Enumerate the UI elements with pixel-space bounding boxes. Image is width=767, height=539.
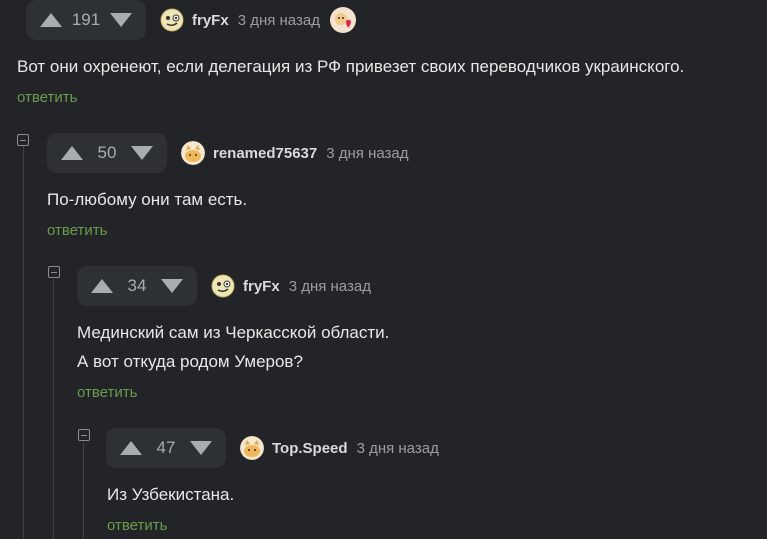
smiley-face-icon[interactable] [211, 274, 235, 298]
collapse-button[interactable] [78, 429, 90, 441]
vote-widget: 47 [106, 428, 226, 468]
timestamp[interactable]: 3 дня назад [326, 145, 408, 162]
author-name[interactable]: fryFx [192, 12, 229, 29]
thread-line [83, 442, 84, 539]
reply-link[interactable]: ответить [77, 384, 137, 401]
author-name[interactable]: Top.Speed [272, 440, 348, 457]
vote-widget: 50 [47, 133, 167, 173]
comment-text: Вот они охренеют, если делегация из РФ п… [17, 52, 684, 81]
upvote-button[interactable] [120, 440, 142, 456]
author-name[interactable]: fryFx [243, 278, 280, 295]
timestamp[interactable]: 3 дня назад [357, 440, 439, 457]
comment-text-line: Вот они охренеют, если делегация из РФ п… [17, 57, 685, 76]
comment-header: 47 Top.Speed 3 дня назад [106, 428, 439, 468]
comment-text: Из Узбекистана. [107, 480, 234, 509]
arrow-up-icon [61, 146, 83, 160]
upvote-button[interactable] [40, 12, 62, 28]
author-name[interactable]: renamed75637 [213, 145, 317, 162]
comment-header: 34 fryFx 3 дня назад [77, 266, 371, 306]
comment-text-line: По-любому они там есть. [47, 190, 248, 209]
arrow-down-icon [130, 146, 153, 160]
thread-line [53, 279, 54, 539]
thread-line [23, 146, 24, 539]
upvote-button[interactable] [91, 278, 113, 294]
comment-text-line: Из Узбекистана. [107, 485, 235, 504]
downvote-button[interactable] [160, 278, 183, 294]
arrow-up-icon [91, 279, 113, 293]
downvote-button[interactable] [130, 145, 153, 161]
reply-link[interactable]: ответить [47, 222, 107, 239]
comment-text: По-любому они там есть. [47, 185, 247, 214]
reply-link[interactable]: ответить [17, 89, 77, 106]
arrow-down-icon [189, 441, 212, 455]
rating-count: 47 [156, 438, 176, 457]
reply-link[interactable]: ответить [107, 517, 167, 534]
smiley-face-icon[interactable] [160, 8, 184, 32]
comment-text: Мединский сам из Черкасской области. А в… [77, 318, 389, 376]
rating-count: 191 [71, 10, 101, 29]
comment-text-line: А вот откуда родом Умеров? [77, 352, 303, 371]
comment-header: 50 renamed75637 3 дня назад [47, 133, 409, 173]
collapse-button[interactable] [17, 134, 29, 146]
downvote-button[interactable] [110, 12, 132, 28]
arrow-up-icon [40, 13, 62, 27]
timestamp[interactable]: 3 дня назад [289, 278, 371, 295]
arrow-down-icon [160, 279, 183, 293]
rating-count: 50 [97, 143, 117, 162]
vote-widget: 34 [77, 266, 197, 306]
arrow-down-icon [110, 13, 132, 27]
rating-count: 34 [127, 276, 147, 295]
cat-face-icon[interactable] [181, 141, 205, 165]
heart-award-icon[interactable] [329, 7, 356, 33]
cat-face-icon[interactable] [240, 436, 264, 460]
comment-header: 191 fryFx 3 дня назад [26, 0, 356, 40]
collapse-button[interactable] [48, 266, 60, 278]
arrow-up-icon [120, 441, 142, 455]
timestamp[interactable]: 3 дня назад [238, 12, 320, 29]
vote-widget: 191 [26, 0, 146, 40]
upvote-button[interactable] [61, 145, 83, 161]
downvote-button[interactable] [189, 440, 212, 456]
comment-text-line: Мединский сам из Черкасской области. [77, 323, 390, 342]
